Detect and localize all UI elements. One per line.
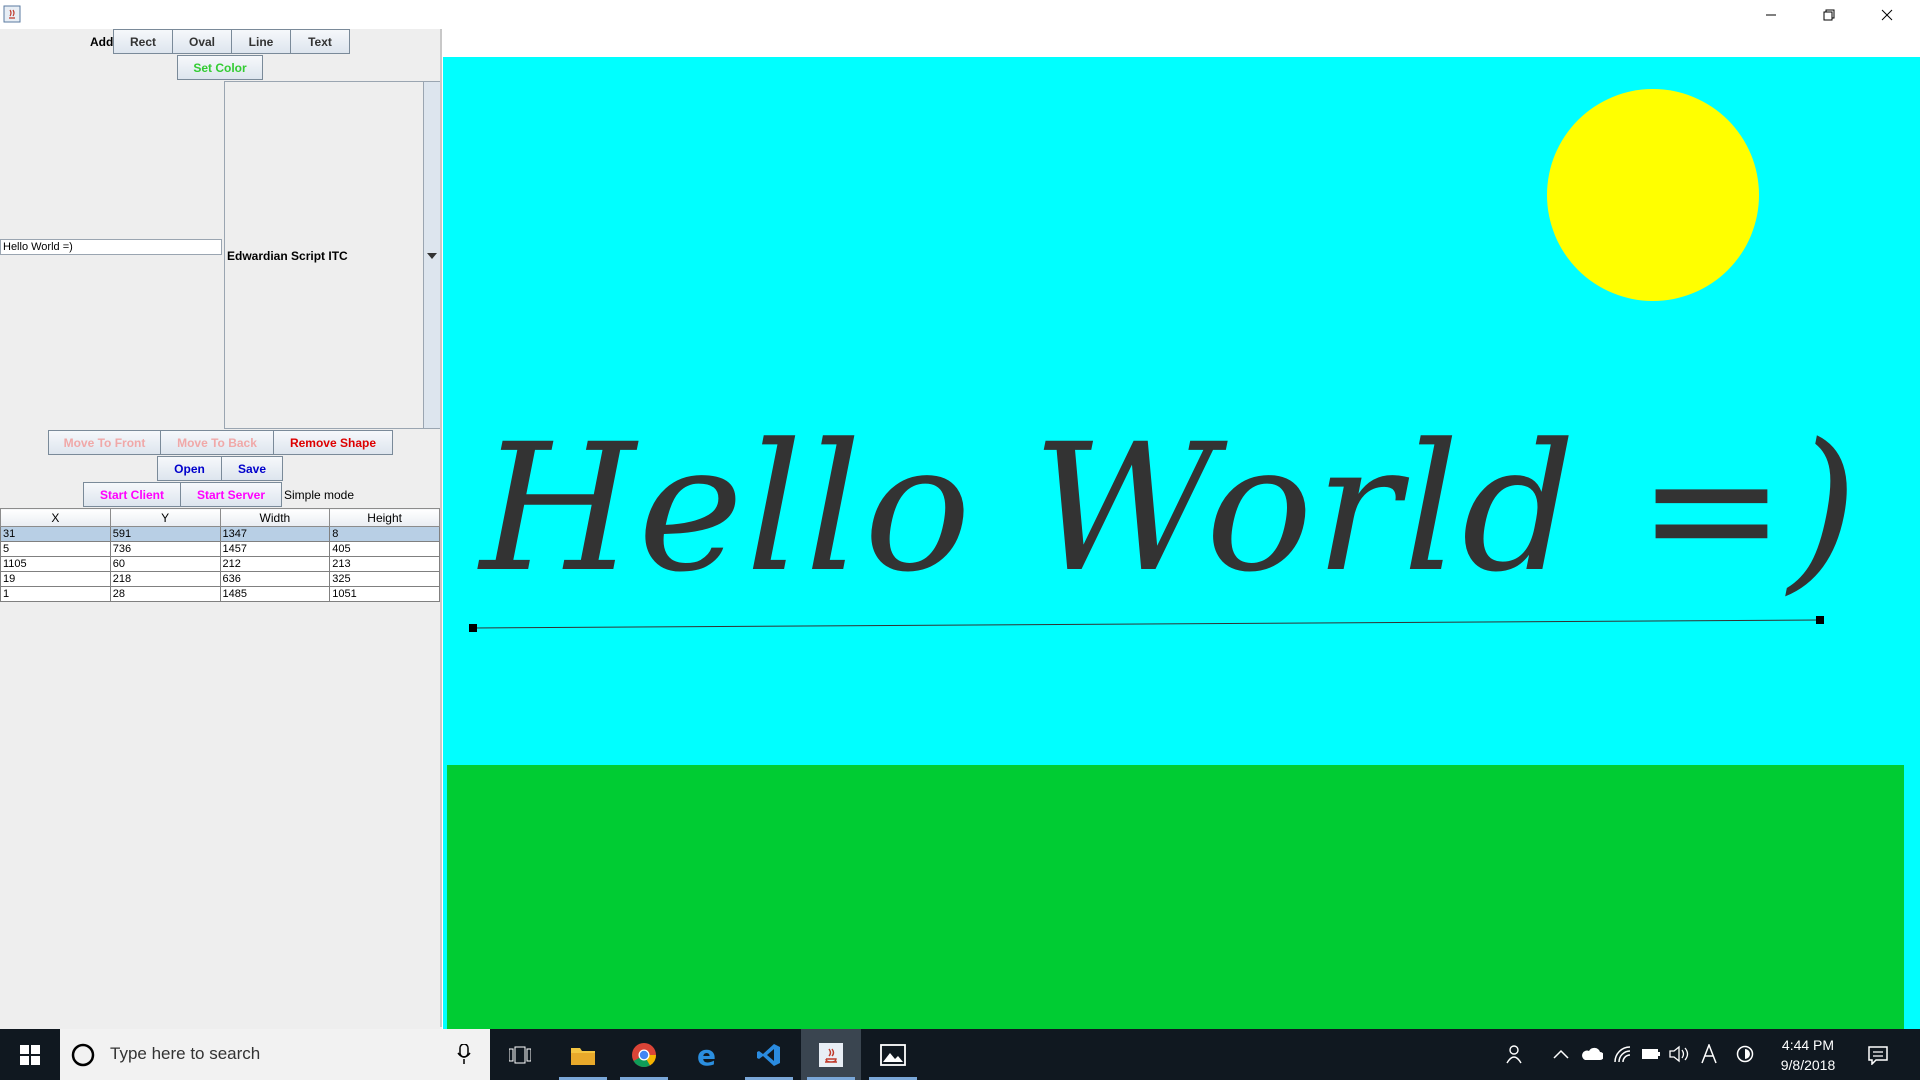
vscode-icon bbox=[757, 1043, 780, 1066]
taskbar: Type here to search e 4:44 PM 9/8/2018 bbox=[0, 1029, 1920, 1080]
font-select-arrow-button[interactable] bbox=[423, 82, 441, 428]
cell-y[interactable]: 591 bbox=[109, 526, 221, 542]
minimize-icon bbox=[1766, 14, 1776, 15]
column-header-y[interactable]: Y bbox=[109, 508, 221, 527]
cell-height[interactable]: 325 bbox=[329, 571, 440, 587]
add-label: Add bbox=[90, 35, 114, 49]
hello-world-text-shape[interactable]: Hello World =) bbox=[477, 406, 1860, 611]
set-color-button[interactable]: Set Color bbox=[177, 55, 263, 80]
cell-height[interactable]: 405 bbox=[329, 541, 440, 557]
java-app-icon bbox=[3, 5, 21, 23]
battery-icon[interactable] bbox=[1641, 1047, 1661, 1061]
column-header-x[interactable]: X bbox=[0, 508, 111, 527]
cell-width[interactable]: 1347 bbox=[219, 526, 331, 542]
restore-button[interactable] bbox=[1800, 0, 1858, 29]
taskbar-app-edge[interactable]: e bbox=[677, 1029, 737, 1080]
minimize-button[interactable] bbox=[1742, 0, 1800, 29]
onedrive-icon[interactable] bbox=[1581, 1046, 1603, 1062]
cell-y[interactable]: 28 bbox=[109, 586, 221, 602]
rect-button[interactable]: Rect bbox=[113, 29, 173, 54]
cell-width[interactable]: 212 bbox=[219, 556, 331, 572]
table-row[interactable]: 5 736 1457 405 bbox=[0, 541, 440, 557]
table-row[interactable]: 31 591 1347 8 bbox=[0, 526, 440, 542]
table-row[interactable]: 1 28 1485 1051 bbox=[0, 586, 440, 602]
action-center-icon[interactable] bbox=[1868, 1045, 1888, 1065]
cell-y[interactable]: 736 bbox=[109, 541, 221, 557]
save-button[interactable]: Save bbox=[221, 456, 283, 481]
cell-x[interactable]: 19 bbox=[0, 571, 111, 587]
taskbar-clock[interactable]: 4:44 PM 9/8/2018 bbox=[1766, 1035, 1850, 1075]
chrome-icon bbox=[632, 1042, 656, 1067]
taskbar-app-photos[interactable] bbox=[863, 1029, 923, 1080]
volume-icon[interactable] bbox=[1669, 1045, 1689, 1063]
task-view-button[interactable] bbox=[490, 1029, 550, 1080]
grass-rect-shape[interactable] bbox=[447, 765, 1904, 1037]
clock-time: 4:44 PM bbox=[1781, 1037, 1835, 1053]
start-server-button[interactable]: Start Server bbox=[180, 482, 282, 507]
window-title-bar bbox=[0, 0, 1920, 29]
control-panel: Add Rect Oval Line Text Set Color Hello … bbox=[0, 29, 442, 1029]
photos-icon bbox=[880, 1043, 906, 1066]
sun-oval-shape[interactable] bbox=[1547, 89, 1759, 301]
start-client-button[interactable]: Start Client bbox=[83, 482, 181, 507]
cell-x[interactable]: 5 bbox=[0, 541, 111, 557]
shapes-table: X Y Width Height 31 591 1347 8 5 736 145… bbox=[0, 508, 440, 602]
svg-text:e: e bbox=[697, 1042, 716, 1068]
mode-label: Simple mode bbox=[284, 488, 355, 502]
drawing-canvas[interactable]: Hello World =) bbox=[442, 29, 1920, 1057]
open-button[interactable]: Open bbox=[157, 456, 222, 481]
font-select-value: Edwardian Script ITC bbox=[227, 249, 348, 263]
file-explorer-icon bbox=[571, 1047, 595, 1065]
taskbar-app-chrome[interactable] bbox=[614, 1029, 674, 1080]
microphone-icon[interactable] bbox=[457, 1044, 471, 1066]
people-icon[interactable] bbox=[1506, 1044, 1526, 1064]
taskbar-app-vscode[interactable] bbox=[739, 1029, 799, 1080]
move-to-back-button[interactable]: Move To Back bbox=[160, 430, 274, 455]
cell-width[interactable]: 1457 bbox=[219, 541, 331, 557]
windows-logo-icon bbox=[20, 1044, 40, 1065]
task-view-icon bbox=[509, 1046, 531, 1063]
canvas-svg: Hello World =) bbox=[443, 57, 1920, 1057]
column-header-width[interactable]: Width bbox=[219, 508, 331, 527]
cell-width[interactable]: 636 bbox=[219, 571, 331, 587]
column-header-height[interactable]: Height bbox=[329, 508, 440, 527]
cell-x[interactable]: 1 bbox=[0, 586, 111, 602]
text-input[interactable]: Hello World =) bbox=[0, 239, 222, 255]
remove-shape-button[interactable]: Remove Shape bbox=[273, 430, 393, 455]
cell-x[interactable]: 1105 bbox=[0, 556, 111, 572]
clock-date: 9/8/2018 bbox=[1780, 1057, 1836, 1073]
close-icon bbox=[1881, 9, 1893, 20]
cell-width[interactable]: 1485 bbox=[219, 586, 331, 602]
chevron-down-icon bbox=[427, 253, 437, 259]
input-language-icon[interactable] bbox=[1701, 1044, 1717, 1064]
text-button[interactable]: Text bbox=[290, 29, 350, 54]
edge-icon: e bbox=[697, 1042, 716, 1068]
line-end-handle[interactable] bbox=[1816, 616, 1824, 624]
close-button[interactable] bbox=[1858, 0, 1916, 29]
search-placeholder: Type here to search bbox=[110, 1044, 261, 1063]
focus-assist-icon[interactable] bbox=[1736, 1045, 1754, 1063]
cell-height[interactable]: 8 bbox=[329, 526, 440, 542]
start-button[interactable] bbox=[0, 1029, 60, 1080]
taskbar-app-file-explorer[interactable] bbox=[553, 1029, 613, 1080]
taskbar-search-box[interactable]: Type here to search bbox=[60, 1029, 490, 1080]
cell-height[interactable]: 1051 bbox=[329, 586, 440, 602]
cell-y[interactable]: 60 bbox=[109, 556, 221, 572]
cortana-icon bbox=[71, 1043, 95, 1067]
cell-x[interactable]: 31 bbox=[0, 526, 111, 542]
move-to-front-button[interactable]: Move To Front bbox=[48, 430, 161, 455]
oval-button[interactable]: Oval bbox=[172, 29, 232, 54]
font-select[interactable]: Edwardian Script ITC bbox=[224, 81, 442, 429]
chevron-up-icon[interactable] bbox=[1553, 1049, 1569, 1059]
table-row[interactable]: 19 218 636 325 bbox=[0, 571, 440, 587]
wifi-icon[interactable] bbox=[1613, 1045, 1633, 1063]
java-icon bbox=[819, 1042, 843, 1067]
restore-icon bbox=[1823, 9, 1835, 20]
cell-height[interactable]: 213 bbox=[329, 556, 440, 572]
taskbar-app-java[interactable] bbox=[801, 1029, 861, 1080]
cell-y[interactable]: 218 bbox=[109, 571, 221, 587]
line-start-handle[interactable] bbox=[469, 624, 477, 632]
line-button[interactable]: Line bbox=[231, 29, 291, 54]
table-row[interactable]: 1105 60 212 213 bbox=[0, 556, 440, 572]
